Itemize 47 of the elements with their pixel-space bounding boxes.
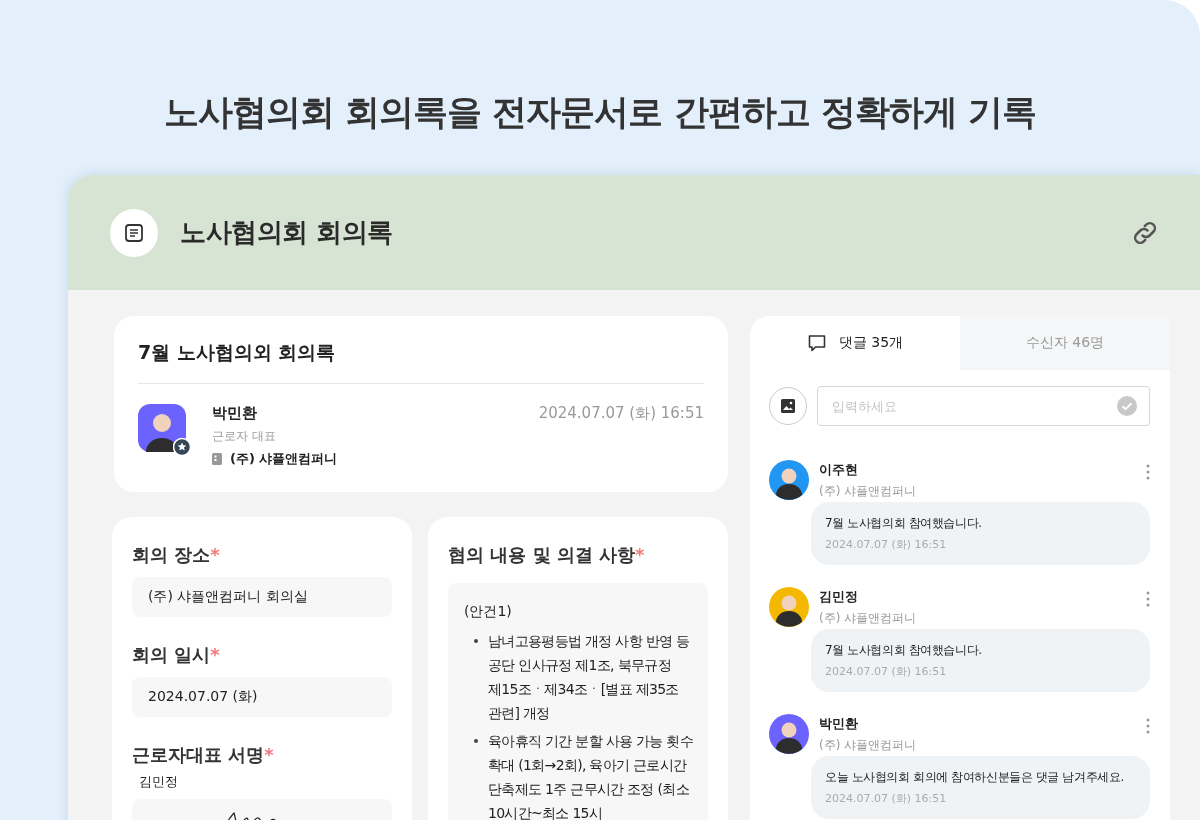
comment-input-field[interactable]: 입력하세요	[817, 386, 1150, 426]
field-value: (주) 샤플앤컴퍼니 회의실	[132, 577, 392, 617]
text-area[interactable]: (안건1) 남녀고용평등법 개정 사항 반영 등 공단 인사규정 제1조, 북무규정 제15조ㆍ제34조ㆍ[별표 제35조 관련] 개정 육아휴직 기간 분할 사용 가능 횟수 확대 (1회→2회), 육아기 근로시간 단축제도 1주 근무시간 조정 (최소 10시간~최소 15시	[448, 583, 708, 820]
comment-time: 2024.07.07 (화) 16:51	[825, 537, 948, 552]
comment-text: 7월 노사협의회 참여했습니다.	[825, 642, 983, 659]
building-icon	[212, 453, 222, 465]
agenda-heading: (안건1)	[464, 603, 513, 621]
author-role: 근로자 대표	[212, 428, 277, 445]
field-label: 회의 장소	[132, 544, 211, 565]
document-title: 7월 노사협의외 회의록	[138, 340, 704, 384]
more-icon[interactable]	[1146, 464, 1150, 480]
field-value: 2024.07.07 (화)	[132, 677, 392, 717]
agenda-item: 남녀고용평등법 개정 사항 반영 등 공단 인사규정 제1조, 북무규정 제15조ㆍ제34조ㆍ[별표 제35조 관련] 개정	[488, 632, 691, 723]
signer-name: 김민정	[139, 773, 179, 791]
check-icon[interactable]	[1116, 395, 1138, 417]
author-name: 박민환	[212, 404, 258, 423]
agenda-item: 육아휴직 기간 분할 사용 가능 횟수 확대 (1회→2회), 육아기 근로시간 단축제도 1주 근무시간 조정 (최소 10시간~최소 15시	[488, 732, 694, 820]
commenter-company: (주) 샤플앤컴퍼니	[819, 737, 918, 754]
bullet-icon	[474, 739, 478, 743]
commenter-company: (주) 샤플앤컴퍼니	[819, 610, 918, 627]
field-label: 협의 내용 및 의결 사항	[448, 544, 636, 565]
document-icon	[110, 208, 158, 257]
field-label: 근로자대표 서명	[132, 744, 265, 765]
comment-time: 2024.07.07 (화) 16:51	[825, 664, 948, 679]
required-mark: *	[210, 544, 220, 565]
window-title: 노사협의회 회의록	[180, 216, 394, 249]
commenter-name: 이주현	[819, 461, 859, 479]
comment-text: 7월 노사협의회 참여했습니다.	[825, 515, 983, 532]
more-icon[interactable]	[1146, 718, 1150, 734]
comment-time: 2024.07.07 (화) 16:51	[825, 791, 948, 806]
document-datetime: 2024.07.07 (화) 16:51	[538, 404, 704, 423]
more-icon[interactable]	[1146, 591, 1150, 607]
required-mark: *	[635, 544, 645, 565]
comment-text: 오늘 노사협의회 회의에 참여하신분들은 댓글 남겨주세요.	[825, 769, 1125, 786]
commenter-name: 박민환	[819, 715, 859, 733]
speech-bubble-icon	[806, 333, 827, 353]
bullet-icon	[474, 639, 478, 643]
required-mark: *	[210, 644, 220, 665]
commenter-company: (주) 샤플앤컴퍼니	[819, 483, 918, 500]
required-mark: *	[264, 744, 274, 765]
image-icon	[781, 399, 795, 413]
star-badge-icon	[173, 438, 191, 456]
commenter-name: 김민정	[819, 588, 859, 606]
author-company: (주) 샤플앤컴퍼니	[230, 450, 338, 468]
field-label: 회의 일시	[132, 644, 211, 665]
headline: 노사협의회 회의록을 전자문서로 간편하고 정확하게 기록	[163, 91, 1037, 134]
image-upload-button[interactable]	[769, 387, 807, 425]
